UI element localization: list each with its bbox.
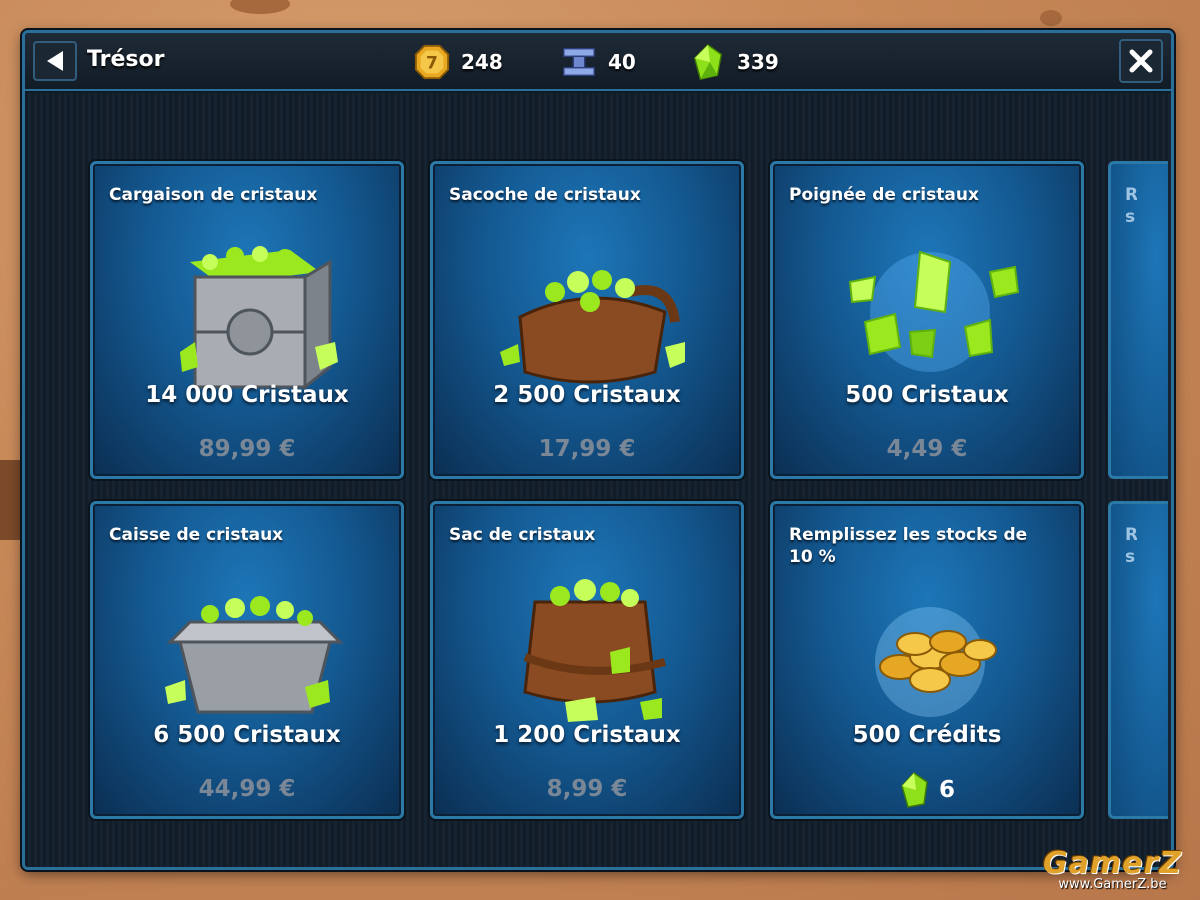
offer-price-value: 6	[938, 777, 955, 803]
offer-title: Poignée de cristaux	[789, 185, 979, 205]
alloy-icon	[563, 47, 595, 77]
crystal-icon	[901, 772, 928, 808]
watermark: GamerZ www.GamerZ.be	[1043, 846, 1182, 892]
offer-amount: 500 Cristaux	[845, 382, 1009, 408]
svg-text:7: 7	[426, 54, 438, 74]
watermark-logo: GamerZ	[1042, 846, 1182, 881]
crystal-handful-icon	[848, 250, 1020, 372]
background-rock	[230, 0, 290, 14]
credits-counter: 7 248	[413, 43, 503, 81]
offer-title: Sac de cristaux	[449, 525, 596, 545]
offer-card-crystal-handful[interactable]: Poignée de cristaux 500 Cristaux 4,49 €	[770, 161, 1084, 479]
offer-amount: 14 000 Cristaux	[145, 382, 349, 408]
offer-amount: 2 500 Cristaux	[493, 382, 681, 408]
credits-value: 248	[461, 50, 503, 74]
page-title: Trésor	[87, 47, 165, 72]
crystal-bag-icon	[523, 579, 667, 722]
background-rock	[1040, 10, 1062, 26]
crystal-bin-icon	[165, 596, 344, 714]
offer-title: Sacoche de cristaux	[449, 185, 641, 205]
partial-card-title: R s	[1125, 525, 1137, 564]
offer-card-crystal-shipment[interactable]: Cargaison de cristaux 14 000 Cristaux 89…	[90, 161, 404, 479]
watermark-url: www.GamerZ.be	[1058, 877, 1167, 892]
partial-card-title: R s	[1125, 185, 1137, 224]
crystal-satchel-icon	[500, 270, 685, 384]
crystals-counter: 339	[689, 43, 779, 81]
offer-card-crystal-satchel[interactable]: Sacoche de cristaux 2 500 Cristaux 17,99…	[430, 161, 744, 479]
offer-title: Cargaison de cristaux	[109, 185, 318, 205]
background-building	[0, 460, 24, 540]
offer-title: Caisse de cristaux	[109, 525, 284, 545]
offer-card-partial[interactable]: R s	[1108, 161, 1168, 479]
window-header: Trésor 7 248 40 339	[25, 33, 1171, 91]
offer-card-restock-credits[interactable]: Remplissez les stocks de 10 % 500 Crédit…	[770, 501, 1084, 819]
back-button[interactable]	[33, 41, 77, 81]
offer-card-crystal-bag[interactable]: Sac de cristaux 1 200 Cristaux 8,99 €	[430, 501, 744, 819]
close-button[interactable]	[1119, 39, 1163, 83]
offer-amount: 1 200 Cristaux	[493, 722, 681, 748]
offer-price: 17,99 €	[538, 436, 636, 462]
offer-card-crystal-crate[interactable]: Caisse de cristaux 6 500 Cristaux 44,99 …	[90, 501, 404, 819]
offer-price: 8,99 €	[546, 776, 628, 802]
close-icon	[1129, 49, 1153, 73]
treasure-window: Trésor 7 248 40 339 Cargaison de cristau…	[22, 30, 1174, 870]
offer-amount: 6 500 Cristaux	[153, 722, 341, 748]
coin-pile-icon	[875, 607, 997, 717]
offer-price-crystals: 6	[773, 772, 1081, 808]
offer-grid: Cargaison de cristaux 14 000 Cristaux 89…	[25, 93, 1171, 867]
offer-price: 89,99 €	[198, 436, 296, 462]
crystal-icon	[693, 43, 723, 80]
crystal-crate-icon	[180, 246, 338, 391]
offer-price: 4,49 €	[886, 436, 968, 462]
offer-amount: 500 Crédits	[852, 722, 1002, 748]
alloy-counter: 40	[560, 43, 636, 81]
back-arrow-icon	[47, 51, 63, 71]
credit-coin-icon: 7	[414, 44, 450, 80]
crystals-value: 339	[737, 50, 779, 74]
offer-price: 44,99 €	[198, 776, 296, 802]
alloy-value: 40	[608, 50, 636, 74]
offer-card-partial[interactable]: R s	[1108, 501, 1168, 819]
